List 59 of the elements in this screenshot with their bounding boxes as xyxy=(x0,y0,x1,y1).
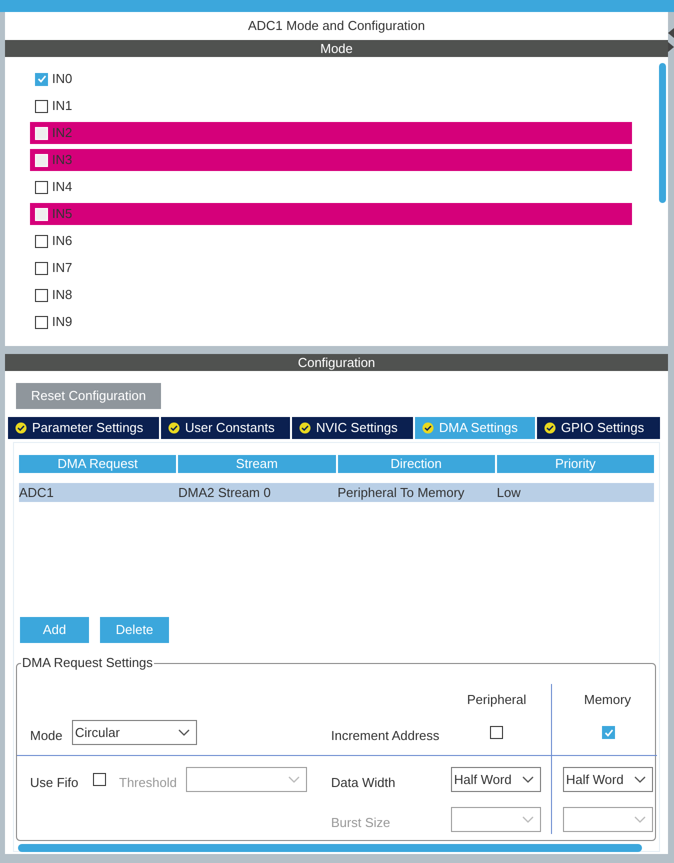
channel-row[interactable]: IN8 xyxy=(30,284,632,306)
column-label: Memory xyxy=(584,691,631,709)
chevron-down-icon xyxy=(634,776,646,784)
dropdown[interactable]: Half Word xyxy=(451,767,541,792)
channel-row[interactable]: IN7 xyxy=(30,257,632,279)
channel-row[interactable]: IN4 xyxy=(30,176,632,198)
table-cell-text: Low xyxy=(496,484,522,502)
field-label: Increment Address xyxy=(331,727,440,745)
scrollbar[interactable] xyxy=(659,63,666,203)
table-cell-text: ADC1 xyxy=(19,484,55,502)
checkbox[interactable] xyxy=(35,234,48,248)
checkbox[interactable] xyxy=(490,726,503,739)
channel-row[interactable]: IN0 xyxy=(30,68,632,90)
tab[interactable]: NVIC Settings xyxy=(292,417,413,439)
checkbox[interactable] xyxy=(602,726,615,739)
group-title: DMA Request Settings xyxy=(21,655,154,671)
arrow-right-icon xyxy=(668,42,674,52)
field-label: Threshold xyxy=(119,774,177,792)
chevron-down-icon xyxy=(522,816,534,824)
field-label: Mode xyxy=(30,727,63,745)
checkbox[interactable] xyxy=(35,288,48,302)
tab[interactable]: User Constants xyxy=(161,417,290,439)
checkbox[interactable] xyxy=(35,316,48,328)
panel-title: ADC1 Mode and Configuration xyxy=(248,17,426,36)
checkbox[interactable] xyxy=(35,100,48,112)
check-circle-icon xyxy=(168,422,180,434)
checkbox[interactable] xyxy=(93,773,106,786)
arrow-left-icon xyxy=(668,28,674,38)
dropdown[interactable]: Circular xyxy=(72,720,197,745)
scrollbar[interactable] xyxy=(18,844,642,852)
dropdown[interactable] xyxy=(563,807,653,832)
chevron-down-icon xyxy=(634,816,646,824)
table-cell-text: DMA2 Stream 0 xyxy=(178,484,272,502)
check-circle-icon xyxy=(299,422,311,434)
field-label: Data Width xyxy=(331,774,396,792)
channel-row[interactable]: IN6 xyxy=(30,230,632,252)
checkbox[interactable] xyxy=(35,180,48,194)
chevron-down-icon xyxy=(288,776,300,784)
section-header: Mode xyxy=(5,40,668,57)
field-label: Burst Size xyxy=(331,814,390,832)
check-circle-icon xyxy=(544,422,556,434)
dropdown[interactable]: Half Word xyxy=(563,767,653,792)
chevron-down-icon xyxy=(522,776,534,784)
field-label: Use Fifo xyxy=(30,774,78,792)
check-circle-icon xyxy=(422,422,434,434)
tab[interactable]: GPIO Settings xyxy=(537,417,660,439)
check-circle-icon xyxy=(15,422,27,434)
chevron-down-icon xyxy=(178,728,190,736)
checkbox[interactable] xyxy=(35,262,48,274)
section-header: Configuration xyxy=(5,354,668,371)
table-cell-text: Peripheral To Memory xyxy=(338,484,466,502)
table-row[interactable]: ADC1 DMA2 Stream 0 Peripheral To Memory Low xyxy=(19,483,654,502)
column-label: Peripheral xyxy=(467,691,526,709)
checkbox[interactable] xyxy=(35,72,48,86)
dropdown[interactable] xyxy=(451,807,541,832)
tab[interactable]: Parameter Settings xyxy=(8,417,159,439)
channel-row[interactable]: IN9 xyxy=(30,311,632,333)
channel-row[interactable]: IN1 xyxy=(30,95,632,117)
dropdown[interactable] xyxy=(186,767,307,792)
